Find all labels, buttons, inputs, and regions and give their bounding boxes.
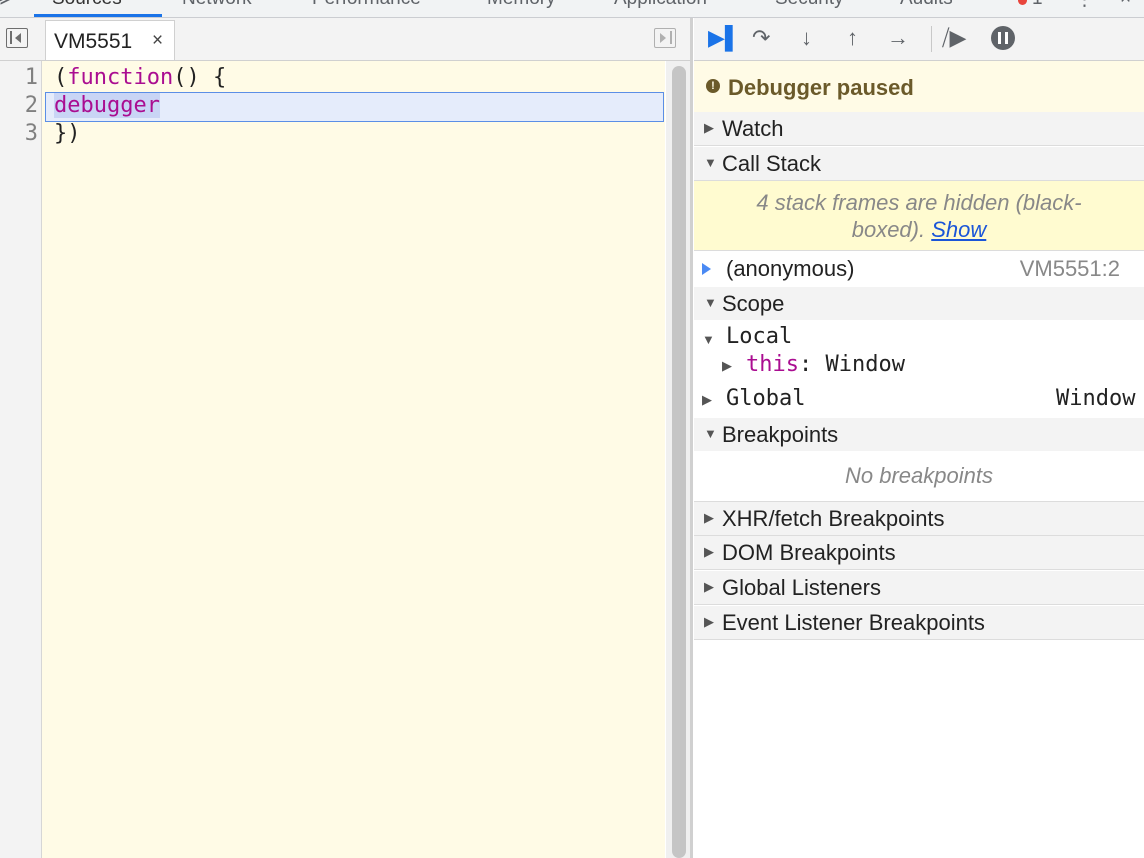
section-watch[interactable]: ▶ Watch — [694, 112, 1144, 146]
call-frame-row[interactable]: (anonymous) VM5551:2 — [694, 251, 1144, 287]
editor-scrollbar-thumb[interactable] — [672, 66, 686, 858]
expand-arrow-icon: ▶ — [704, 120, 714, 135]
section-scope[interactable]: ▼ Scope — [694, 287, 1144, 321]
step-into-icon[interactable]: ↓ — [801, 26, 812, 50]
tab-performance[interactable]: Performance — [312, 0, 421, 10]
collapse-arrow-icon: ▼ — [704, 426, 717, 441]
info-icon: ! — [706, 79, 720, 93]
error-indicator-icon[interactable] — [1018, 0, 1027, 5]
devtools-tab-strip: ≫ Sources Network Performance Memory App… — [0, 0, 1144, 18]
line-number-gutter: 1 2 3 — [0, 61, 42, 858]
file-tab-label: VM5551 — [54, 30, 133, 53]
hidden-frames-text-2: boxed). Show — [851, 217, 987, 242]
scope-global-value: Window — [1056, 386, 1136, 411]
section-label: XHR/fetch Breakpoints — [722, 506, 945, 531]
expand-arrow-icon: ▶ — [704, 614, 714, 629]
expand-arrow-icon[interactable]: ▶ — [702, 392, 712, 408]
section-label: Watch — [722, 116, 784, 141]
tab-elements-partial[interactable]: ≫ — [0, 0, 12, 11]
section-call-stack[interactable]: ▼ Call Stack — [694, 147, 1144, 181]
close-devtools-icon[interactable]: × — [1120, 0, 1131, 10]
collapse-arrow-icon[interactable]: ▼ — [702, 332, 715, 347]
active-tab-indicator — [34, 14, 162, 17]
scope-global[interactable]: Global — [726, 386, 805, 411]
step-over-icon[interactable]: ↷ — [752, 26, 770, 50]
section-xhr-breakpoints[interactable]: ▶ XHR/fetch Breakpoints — [694, 502, 1144, 536]
collapse-arrow-icon: ▼ — [704, 295, 717, 310]
close-tab-icon[interactable]: × — [152, 30, 163, 52]
tab-security[interactable]: Security — [775, 0, 844, 10]
section-label: Scope — [722, 291, 785, 316]
code-line-3: }) — [54, 121, 81, 146]
section-global-listeners[interactable]: ▶ Global Listeners — [694, 571, 1144, 605]
toggle-debugger-sidebar-icon[interactable] — [654, 28, 676, 48]
call-frame-name: (anonymous) — [726, 256, 855, 281]
sidebar-empty-area — [694, 640, 1144, 858]
section-label: Call Stack — [722, 151, 822, 176]
code-editor[interactable]: (function() { debugger }) — [42, 61, 665, 858]
tab-audits[interactable]: Audits — [900, 0, 953, 10]
resume-icon[interactable]: ▶▌ — [708, 26, 741, 50]
tab-sources[interactable]: Sources — [52, 0, 122, 10]
toggle-navigator-icon[interactable] — [6, 28, 28, 48]
call-frame-location[interactable]: VM5551:2 — [1020, 256, 1120, 282]
blackboxed-frames-notice: 4 stack frames are hidden (black- boxed)… — [694, 181, 1144, 251]
no-breakpoints-text: No breakpoints — [845, 463, 993, 488]
current-frame-arrow-icon — [702, 263, 711, 275]
more-options-icon[interactable]: ⋮ — [1075, 0, 1094, 11]
toolbar-separator — [931, 26, 932, 52]
error-count: 1 — [1032, 0, 1043, 10]
file-tab-vm5551[interactable]: VM5551 × — [45, 20, 175, 60]
line-number[interactable]: 3 — [0, 121, 38, 146]
code-line-2: debugger — [54, 93, 160, 118]
expand-arrow-icon: ▶ — [704, 510, 714, 525]
editor-toolbar: VM5551 × — [0, 18, 690, 61]
section-label: DOM Breakpoints — [722, 540, 896, 565]
section-label: Breakpoints — [722, 422, 839, 447]
hidden-frames-text: 4 stack frames are hidden (black- — [756, 190, 1082, 215]
section-breakpoints[interactable]: ▼ Breakpoints — [694, 418, 1144, 452]
section-event-listener-breakpoints[interactable]: ▶ Event Listener Breakpoints — [694, 606, 1144, 640]
expand-arrow-icon: ▶ — [704, 579, 714, 594]
pause-on-exceptions-icon[interactable] — [991, 26, 1015, 50]
scope-this-entry[interactable]: this: Window — [746, 352, 905, 377]
tab-network[interactable]: Network — [182, 0, 252, 10]
step-out-icon[interactable]: ↑ — [847, 26, 858, 50]
show-hidden-frames-link[interactable]: Show — [931, 217, 986, 242]
collapse-arrow-icon: ▼ — [704, 155, 717, 170]
line-number[interactable]: 2 — [0, 93, 38, 118]
section-label: Event Listener Breakpoints — [722, 610, 985, 635]
debugger-paused-banner: ! Debugger paused — [694, 61, 1144, 113]
scope-tree: ▼ Local ▶ this: Window ▶ Global Window — [694, 320, 1144, 418]
tab-application[interactable]: Application — [614, 0, 707, 10]
panel-splitter[interactable] — [690, 18, 693, 858]
paused-message: Debugger paused — [728, 75, 914, 100]
scope-local[interactable]: Local — [726, 324, 792, 349]
code-line-1: (function() { — [54, 65, 227, 90]
section-dom-breakpoints[interactable]: ▶ DOM Breakpoints — [694, 536, 1144, 570]
deactivate-breakpoints-icon[interactable]: ⧸▶ — [942, 26, 966, 50]
debugger-toolbar: ▶▌ ↷ ↓ ↑ → ⧸▶ — [694, 18, 1144, 61]
expand-arrow-icon[interactable]: ▶ — [722, 358, 732, 374]
expand-arrow-icon: ▶ — [704, 544, 714, 559]
tab-memory[interactable]: Memory — [487, 0, 556, 10]
section-label: Global Listeners — [722, 575, 881, 600]
breakpoints-empty: No breakpoints — [694, 451, 1144, 502]
debugger-keyword: debugger — [54, 93, 160, 118]
step-icon[interactable]: → — [887, 26, 909, 50]
line-number[interactable]: 1 — [0, 65, 38, 90]
